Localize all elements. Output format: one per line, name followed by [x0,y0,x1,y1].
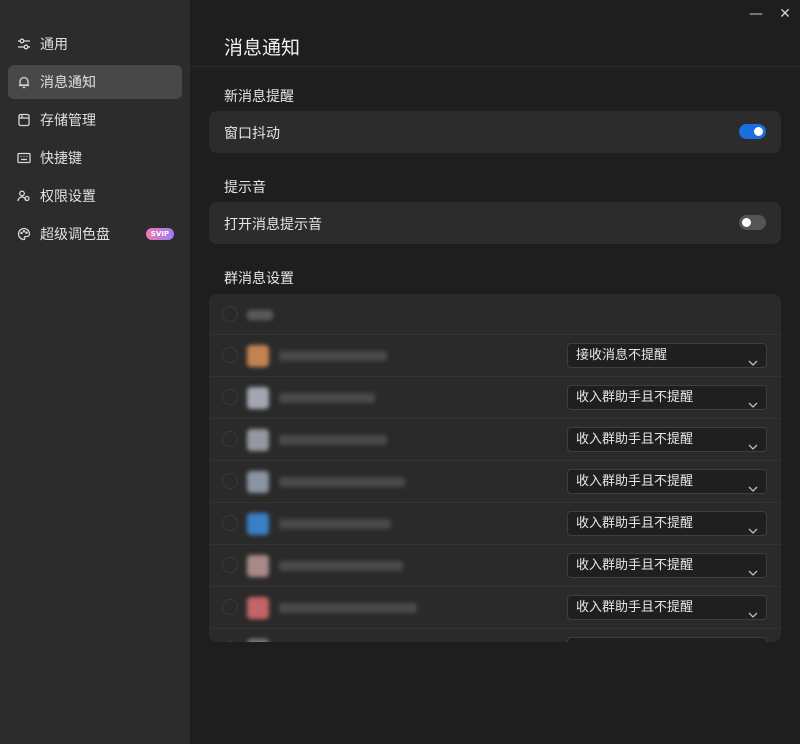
group-avatar [247,597,269,619]
group-avatar [247,555,269,577]
group-radio[interactable] [222,641,238,642]
group-radio[interactable] [222,557,238,573]
group-avatar [247,639,269,642]
window-shake-toggle[interactable] [739,124,766,139]
sidebar-item-storage[interactable]: 存储管理 [8,103,182,137]
open-sound-label: 打开消息提示音 [224,217,322,233]
bell-icon [17,75,31,89]
chevron-down-icon [748,478,758,492]
sidebar-item-permissions[interactable]: 权限设置 [8,179,182,213]
sliders-icon [17,37,31,51]
group-avatar [247,471,269,493]
select-value: 收入群助手且不提醒 [576,600,694,615]
group-radio[interactable] [222,347,238,363]
open-sound-toggle[interactable] [739,215,766,230]
group-avatar [247,387,269,409]
section-title-new-message: 新消息提醒 [224,89,294,105]
section-title-sound: 提示音 [224,180,266,196]
keyboard-icon [17,151,31,165]
group-radio[interactable] [222,599,238,615]
palette-icon [17,227,31,241]
select-value: 收入群助手且不提醒 [576,516,694,531]
section-title-group: 群消息设置 [224,271,294,287]
group-notify-select[interactable]: 收入群助手且不提醒 [567,385,767,410]
chevron-down-icon [748,604,758,618]
sidebar: 通用 消息通知 存储管理 快捷键 权限设置 超级调色盘 SVIP [0,0,190,744]
group-name [279,561,403,571]
sidebar-item-label: 权限设置 [40,189,96,205]
group-name [279,351,387,361]
group-notify-select[interactable]: 收入群助手且不提醒 [567,427,767,452]
title-divider [190,66,800,67]
select-value: 收入群助手且不提醒 [576,432,694,447]
main-panel: — ✕ 消息通知 新消息提醒 窗口抖动 提示音 打开消息提示音 群消息设置 接收… [190,0,800,744]
group-row: 接收消息不提醒 [209,334,781,376]
group-notify-select[interactable] [567,637,767,642]
group-row-partial [209,628,781,642]
sidebar-item-label: 超级调色盘 [40,227,110,243]
blurred-label [247,310,273,320]
group-name [279,435,387,445]
group-avatar [247,429,269,451]
group-row: 收入群助手且不提醒 [209,502,781,544]
group-notify-select[interactable]: 收入群助手且不提醒 [567,553,767,578]
users-icon [17,189,31,203]
group-notify-select[interactable]: 收入群助手且不提醒 [567,469,767,494]
chevron-down-icon [748,562,758,576]
window-shake-row: 窗口抖动 [209,111,781,153]
group-row: 收入群助手且不提醒 [209,460,781,502]
group-list: 接收消息不提醒 收入群助手且不提醒 收入群助手且不提醒 收入群助手且不提醒 收入… [209,294,781,642]
sidebar-item-shortcuts[interactable]: 快捷键 [8,141,182,175]
sidebar-item-general[interactable]: 通用 [8,27,182,61]
svip-badge: SVIP [145,228,174,240]
group-row: 收入群助手且不提醒 [209,544,781,586]
group-row: 收入群助手且不提醒 [209,418,781,460]
storage-icon [17,113,31,127]
chevron-down-icon [748,352,758,366]
sidebar-item-label: 快捷键 [40,151,82,167]
select-value: 接收消息不提醒 [576,348,668,363]
group-notify-select[interactable]: 接收消息不提醒 [567,343,767,368]
sidebar-item-palette[interactable]: 超级调色盘 SVIP [8,217,182,251]
group-notify-select[interactable]: 收入群助手且不提醒 [567,595,767,620]
group-avatar [247,513,269,535]
group-row-header [209,294,781,336]
sidebar-item-label: 消息通知 [40,75,96,91]
select-value: 收入群助手且不提醒 [576,558,694,573]
sidebar-item-notifications[interactable]: 消息通知 [8,65,182,99]
page-title: 消息通知 [224,37,301,59]
group-name [279,477,405,487]
group-name [279,519,391,529]
toggle-knob [754,127,763,136]
group-row: 收入群助手且不提醒 [209,586,781,628]
group-avatar [247,345,269,367]
select-value: 收入群助手且不提醒 [576,474,694,489]
group-radio[interactable] [222,389,238,405]
group-radio[interactable] [222,515,238,531]
sidebar-item-label: 存储管理 [40,113,96,129]
select-all-radio[interactable] [222,306,238,322]
close-button[interactable]: ✕ [775,4,795,24]
group-name [279,603,417,613]
chevron-down-icon [748,520,758,534]
chevron-down-icon [748,394,758,408]
window-shake-label: 窗口抖动 [224,126,280,142]
open-sound-row: 打开消息提示音 [209,202,781,244]
toggle-knob [742,218,751,227]
select-value: 收入群助手且不提醒 [576,390,694,405]
group-radio[interactable] [222,431,238,447]
group-radio[interactable] [222,473,238,489]
minimize-button[interactable]: — [746,4,766,24]
group-row: 收入群助手且不提醒 [209,376,781,418]
chevron-down-icon [748,436,758,450]
group-notify-select[interactable]: 收入群助手且不提醒 [567,511,767,536]
group-name [279,393,375,403]
sidebar-item-label: 通用 [40,37,68,53]
